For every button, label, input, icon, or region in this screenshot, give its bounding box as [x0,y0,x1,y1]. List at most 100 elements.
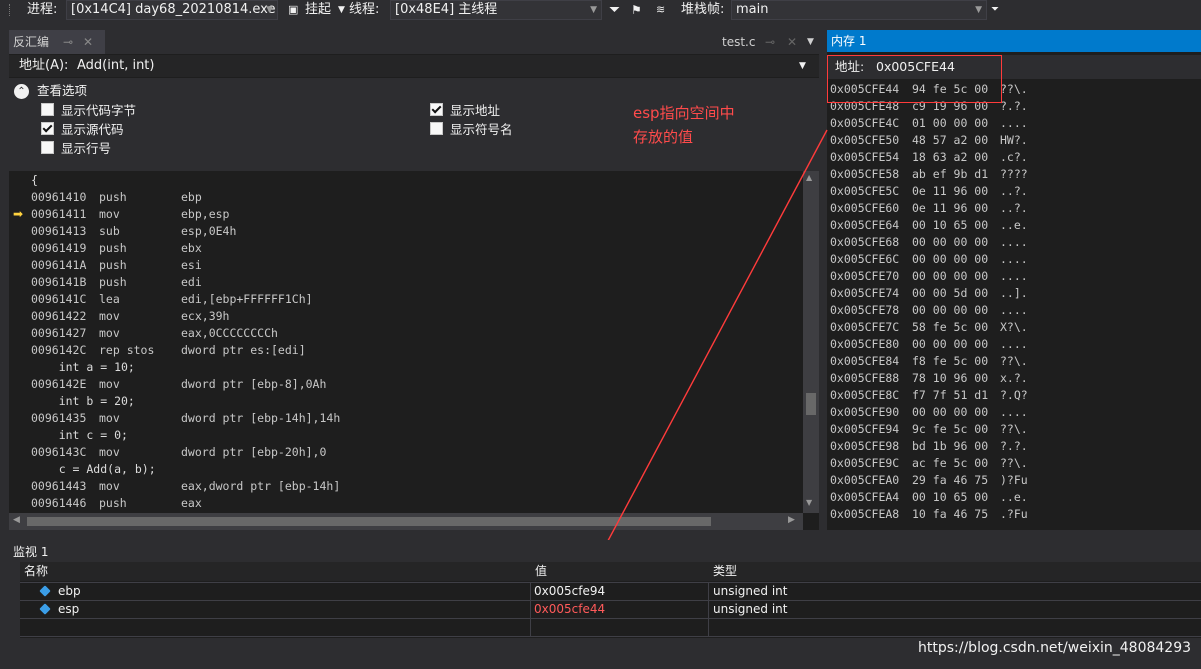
asm-line: 0096141B push edi [31,274,202,291]
memory-ascii: .?Fu [1000,507,1028,521]
show-symbol-names-checkbox[interactable]: 显示符号名 [430,122,513,138]
memory-address: 0x005CFE88 [830,371,900,385]
thread-dropdown[interactable]: [0x48E4] 主线程 ▼ [390,0,602,20]
pin-icon[interactable]: ⊸ [63,30,73,54]
asm-line: 0096143C mov dword ptr [ebp-20h],0 [31,444,326,461]
memory-address: 0x005CFE6C [830,252,900,266]
checkbox-box [41,141,54,154]
memory-bytes: 78 10 96 00 [912,371,989,385]
memory-dump[interactable]: 0x005CFE44 94 fe 5c 00 ??\. 0x005CFE48 c9 19… [827,81,1201,530]
asm-mnemonic: push [99,496,127,510]
memory-row: 0x005CFE4C 01 00 00 00.... [830,115,1028,132]
address-row: 地址(A): Add(int, int) ▼ [9,55,819,77]
process-value: [0x14C4] day68_20210814.exe [71,2,276,17]
memory-ascii: HW?. [1000,133,1028,147]
scroll-left-icon[interactable]: ◀ [13,515,20,525]
disassembly-tab[interactable]: 反汇编 ⊸ ✕ [9,30,105,54]
asm-line: 00961410 push ebp [31,189,202,206]
column-header-name[interactable]: 名称 [24,562,48,581]
memory-address: 0x005CFE80 [830,337,900,351]
watch-title: 监视 1 [13,545,49,559]
memory-bytes: 58 fe 5c 00 [912,320,989,334]
stackframe-dropdown[interactable]: main ▼ [731,0,987,20]
source-tab-test-c[interactable]: test.c [722,30,755,54]
vertical-scrollbar[interactable]: ▲ ▼ [803,171,819,513]
asm-mnemonic: mov [99,445,120,459]
watch-value[interactable]: 0x005cfe94 [534,583,605,600]
column-header-type[interactable]: 类型 [713,562,737,581]
asm-operand: dword ptr [ebp-8],0Ah [181,377,327,391]
watch-header [20,562,1201,581]
toolbar-grip [9,4,13,16]
close-icon[interactable]: ✕ [787,30,797,54]
memory-address: 0x005CFE98 [830,439,900,453]
toolbar-overflow-icon[interactable]: ⏷ [991,0,999,20]
watch-name[interactable]: ebp [58,583,81,600]
memory-bytes: f7 7f 51 d1 [912,388,989,402]
disassembly-code-view[interactable]: {00961410 push ebp 00961411 mov ebp,esp 009614… [9,171,803,513]
asm-line: 00961411 mov ebp,esp [31,206,229,223]
memory-address: 0x005CFE50 [830,133,900,147]
show-line-numbers-checkbox[interactable]: 显示行号 [41,141,111,157]
memory-row: 0x005CFE68 00 00 00 00.... [830,234,1028,251]
view-options-label: 查看选项 [37,83,88,98]
show-address-checkbox[interactable]: 显示地址 [430,103,500,119]
column-header-value[interactable]: 值 [535,562,547,581]
collapse-options-icon[interactable]: ⌃ [14,84,29,99]
disassembly-tab-row: 反汇编 ⊸ ✕ test.c ⊸ ✕ ▼ [9,30,819,54]
asm-operand: eax,dword ptr [ebp-14h] [181,479,341,493]
asm-mnemonic: push [99,275,127,289]
memory-row: 0x005CFE54 18 63 a2 00 .c?. [830,149,1028,166]
memory-bytes: 0e 11 96 00 [912,184,989,198]
memory-row: 0x005CFEA4 00 10 65 00 ..e. [830,489,1028,506]
memory-ascii: ???? [1000,167,1028,181]
asm-mnemonic: push [99,241,127,255]
memory-ascii: ??\. [1000,354,1028,368]
suspend-icon[interactable]: ▣ [288,0,298,20]
process-dropdown[interactable]: [0x14C4] day68_20210814.exe ▼ [66,0,278,20]
memory-ascii: .... [1000,337,1028,351]
show-code-bytes-checkbox[interactable]: 显示代码字节 [41,103,136,119]
show-source-checkbox[interactable]: 显示源代码 [41,122,124,138]
asm-address: 00961419 [31,241,87,255]
memory-address: 0x005CFE74 [830,286,900,300]
asm-mnemonic: lea [99,292,120,306]
memory-address: 0x005CFE84 [830,354,900,368]
scrollbar-thumb[interactable] [27,517,711,526]
tab-list-dropdown-icon[interactable]: ▼ [807,30,814,54]
suspend-button[interactable]: 挂起 [305,0,331,20]
asm-address: 0096141C [31,292,87,306]
memory-row: 0x005CFE74 00 00 5d 00..]. [830,285,1028,302]
memory-ascii: .... [1000,303,1028,317]
scroll-down-icon[interactable]: ▼ [806,498,812,507]
asm-line: 0096141C lea edi,[ebp+FFFFFF1Ch] [31,291,313,308]
flag-icon[interactable]: ⚑ [631,0,642,20]
scrollbar-thumb[interactable] [806,393,816,415]
memory-ascii: .... [1000,252,1028,266]
memory-bytes: 00 00 00 00 [912,303,989,317]
watch-name[interactable]: esp [58,601,79,618]
watch-value[interactable]: 0x005cfe44 [534,601,605,618]
horizontal-scrollbar[interactable]: ◀ ▶ [9,513,803,530]
variable-cube-icon [39,603,51,615]
watch-grid[interactable]: 名称 值 类型 ebp 0x005cfe94 unsigned int esp 0x00… [20,562,1201,638]
filter-icon[interactable]: ⏷ [609,0,620,20]
memory-ascii: .c?. [1000,150,1028,164]
memory-row: 0x005CFE7C 58 fe 5c 00 X?\. [830,319,1028,336]
checkbox-box [41,103,54,116]
memory-ascii: )?Fu [1000,473,1028,487]
close-icon[interactable]: ✕ [83,30,93,54]
scroll-right-icon[interactable]: ▶ [788,515,795,525]
pin-icon[interactable]: ⊸ [765,30,775,54]
chevron-down-icon[interactable]: ▼ [799,55,806,77]
asm-mnemonic: push [99,258,127,272]
memory-address: 0x005CFE78 [830,303,900,317]
threads-icon[interactable]: ≋ [656,0,665,20]
asm-address: 0096143C [31,445,87,459]
memory-bytes: 00 00 5d 00 [912,286,989,300]
memory-tab[interactable]: 内存 1 [827,30,1201,52]
scroll-up-icon[interactable]: ▲ [806,173,812,182]
asm-line: 00961446 push eax [31,495,202,512]
asm-line: 00961427 mov eax,0CCCCCCCCh [31,325,278,342]
address-input[interactable]: Add(int, int) [77,55,154,77]
